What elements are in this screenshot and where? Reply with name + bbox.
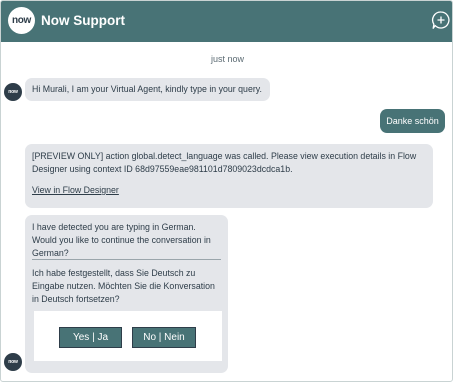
user-message-bubble: Danke schön [380,109,445,133]
bot-avatar: now [4,353,22,371]
bot-greeting-bubble: Hi Murali, I am your Virtual Agent, kind… [25,78,270,101]
user-message-text: Danke schön [386,116,439,126]
yes-button[interactable]: Yes | Ja [59,327,122,348]
preview-notice-text: [PREVIEW ONLY] action global.detect_lang… [32,151,417,174]
view-in-flow-designer-link[interactable]: View in Flow Designer [32,185,119,195]
preview-notice-bubble: [PREVIEW ONLY] action global.detect_lang… [25,144,433,208]
language-detection-bubble: I have detected you are typing in German… [25,215,228,373]
language-divider [32,259,221,260]
chat-window: now Now Support just now now Hi Murali, … [0,0,453,382]
bot-avatar: now [4,83,22,101]
no-button[interactable]: No | Nein [132,327,196,348]
language-question-en: I have detected you are typing in German… [32,222,211,258]
greeting-text: Hi Murali, I am your Virtual Agent, kind… [32,84,262,94]
now-logo: now [8,7,35,34]
chat-title: Now Support [41,13,125,28]
choice-panel: Yes | Ja No | Nein [34,311,222,361]
chat-header: now Now Support [1,1,452,42]
chat-plus-icon[interactable] [431,10,451,30]
language-question-de: Ich habe festgestellt, dass Sie Deutsch … [32,268,215,304]
message-timestamp: just now [210,54,245,64]
logo-text: now [11,15,32,26]
